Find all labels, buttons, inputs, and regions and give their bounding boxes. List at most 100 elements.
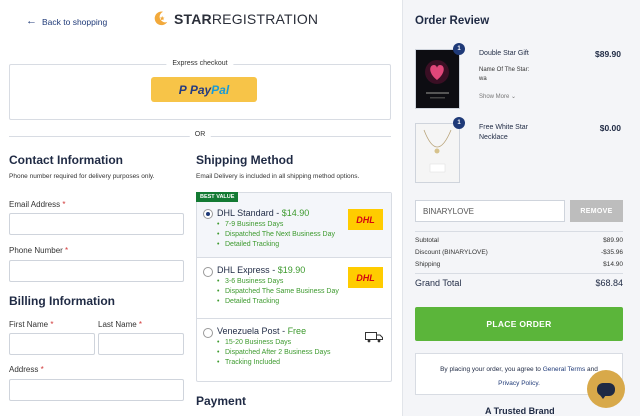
contact-title: Contact Information <box>9 153 123 167</box>
dhl-logo: DHL <box>348 267 383 288</box>
phone-label-text: Phone Number <box>9 246 63 255</box>
shipping-subtitle: Email Delivery is included in all shippi… <box>196 173 360 180</box>
contact-subtitle: Phone number required for delivery purpo… <box>9 173 155 180</box>
grand-total-value: $68.84 <box>595 278 623 288</box>
required-mark: * <box>62 200 66 209</box>
grand-total-label: Grand Total <box>415 278 462 288</box>
checkout-form-panel: ← Back to shopping STARREGISTRATION Expr… <box>0 0 400 416</box>
logo-rest: REGISTRATION <box>211 10 319 27</box>
discount-row: Discount (BINARYLOVE) -$35.96 <box>415 249 623 256</box>
privacy-policy-link[interactable]: Privacy Policy. <box>498 380 540 387</box>
shipping-title: Shipping Method <box>196 153 294 167</box>
chat-bubble-icon <box>597 382 615 399</box>
shipping-option-dhl-express[interactable]: DHL Express - $19.90 3-6 Business Days D… <box>197 258 391 319</box>
feature-item: Detailed Tracking <box>217 240 385 250</box>
discount-value: -$35.96 <box>600 249 623 256</box>
shipping-label: Shipping <box>415 261 441 268</box>
option-name: DHL Standard <box>217 208 274 218</box>
option-title: Venezuela Post - Free <box>217 326 307 336</box>
general-terms-link[interactable]: General Terms <box>543 366 586 373</box>
option-price: $14.90 <box>281 208 310 218</box>
feature-item: Detailed Tracking <box>217 297 385 307</box>
order-review-title: Order Review <box>415 15 490 27</box>
feature-item: 15-20 Business Days <box>217 338 385 348</box>
quantity-badge: 1 <box>453 117 465 129</box>
shipping-options: DHL Standard - $14.90 7-9 Business Days … <box>196 192 392 382</box>
radio-selected[interactable] <box>203 209 213 219</box>
arrow-left-icon: ← <box>26 15 37 27</box>
option-name: DHL Express <box>217 265 270 275</box>
chat-button[interactable] <box>587 370 625 408</box>
first-name-field[interactable] <box>9 333 95 355</box>
heart-star-image <box>416 50 459 108</box>
discount-label: Discount (BINARYLOVE) <box>415 249 488 256</box>
show-more-link[interactable]: Show More ⌄ <box>479 93 516 100</box>
express-checkout-box: Express checkout P Pay Pal <box>9 60 391 120</box>
feature-item: Dispatched After 2 Business Days <box>217 348 385 358</box>
email-label: Email Address * <box>9 200 66 209</box>
paypal-button[interactable]: P Pay Pal <box>151 77 257 102</box>
address-label: Address * <box>9 365 44 374</box>
option-name: Venezuela Post <box>217 326 280 336</box>
subtotal-row: Subtotal $89.90 <box>415 237 623 244</box>
shipping-option-dhl-standard[interactable]: DHL Standard - $14.90 7-9 Business Days … <box>197 193 391 258</box>
paypal-text-2: Pal <box>211 82 230 97</box>
address-label-text: Address <box>9 365 39 374</box>
item-price: $0.00 <box>599 123 621 133</box>
shipping-row: Shipping $14.90 <box>415 261 623 268</box>
phone-label: Phone Number * <box>9 246 68 255</box>
item-name: Double Star Gift <box>479 50 529 57</box>
payment-title: Payment <box>196 394 247 408</box>
place-order-button[interactable]: PLACE ORDER <box>415 307 623 341</box>
show-more-label: Show More <box>479 94 510 100</box>
option-price: Free <box>287 326 307 336</box>
trusted-brand-heading: A Trusted Brand <box>485 406 555 416</box>
shipping-option-venezuela-post[interactable]: Venezuela Post - Free 15-20 Business Day… <box>197 319 391 381</box>
necklace-image <box>416 124 459 182</box>
or-label: OR <box>189 131 211 138</box>
last-name-label: Last Name * <box>98 320 142 329</box>
best-value-badge: BEST VALUE <box>196 192 239 202</box>
radio-unselected[interactable] <box>203 328 213 338</box>
item-name: Free White Star Necklace <box>479 124 529 141</box>
required-mark: * <box>50 320 54 329</box>
back-to-shopping-link[interactable]: ← Back to shopping <box>26 16 107 27</box>
last-name-label-text: Last Name <box>98 320 137 329</box>
dhl-logo: DHL <box>348 209 383 230</box>
paypal-text-1: Pay <box>189 82 212 97</box>
totals-divider <box>415 231 623 232</box>
required-mark: * <box>138 320 143 329</box>
required-mark: * <box>65 246 69 255</box>
site-logo[interactable]: STARREGISTRATION <box>152 10 318 27</box>
first-name-label: First Name * <box>9 320 53 329</box>
grand-total-row: Grand Total $68.84 <box>415 278 623 288</box>
address-field[interactable] <box>9 379 184 401</box>
billing-title: Billing Information <box>9 294 115 308</box>
subtotal-value: $89.90 <box>603 237 623 244</box>
option-features: 15-20 Business Days Dispatched After 2 B… <box>217 338 385 368</box>
chevron-down-icon: ⌄ <box>511 94 517 100</box>
product-thumbnail <box>415 49 460 109</box>
terms-text: By placing your order, you agree to <box>440 366 541 373</box>
email-field[interactable] <box>9 213 184 235</box>
required-mark: * <box>40 365 44 374</box>
feature-item: Tracking Included <box>217 358 385 368</box>
express-checkout-label: Express checkout <box>166 60 234 67</box>
quantity-badge: 1 <box>453 43 465 55</box>
remove-promo-button[interactable]: REMOVE <box>570 200 623 222</box>
product-thumbnail <box>415 123 460 183</box>
radio-unselected[interactable] <box>203 267 213 277</box>
email-label-text: Email Address <box>9 200 61 209</box>
paypal-icon: P <box>178 82 187 97</box>
option-price: $19.90 <box>277 265 306 275</box>
phone-field[interactable] <box>9 260 184 282</box>
feature-item: Dispatched The Next Business Day <box>217 230 385 240</box>
moon-star-icon <box>154 11 168 26</box>
back-label: Back to shopping <box>42 16 108 27</box>
logo-bold: STAR <box>174 10 212 27</box>
item-meta-value: wa <box>479 76 487 82</box>
promo-code-input[interactable]: BINARYLOVE <box>415 200 565 222</box>
first-name-label-text: First Name <box>9 320 49 329</box>
item-price: $89.90 <box>595 49 621 59</box>
last-name-field[interactable] <box>98 333 184 355</box>
